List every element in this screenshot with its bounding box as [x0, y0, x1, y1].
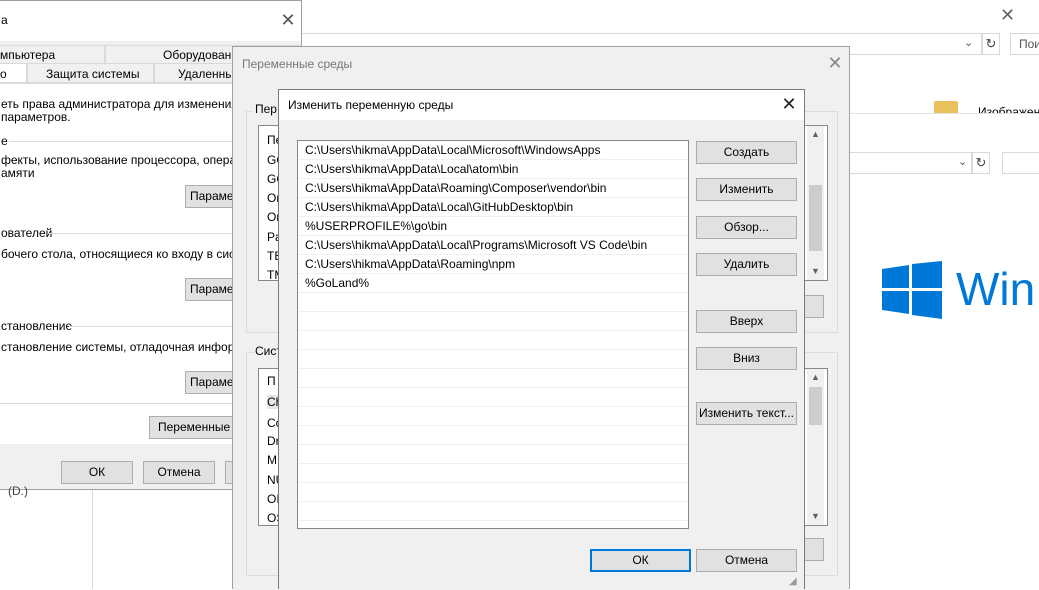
path-list-empty-row[interactable]	[298, 464, 688, 483]
path-list-item[interactable]: C:\Users\hikma\AppData\Local\Programs\Mi…	[298, 236, 688, 255]
recovery-text: становление системы, отладочная информац	[1, 340, 257, 354]
recovery-header: становление	[1, 319, 73, 333]
move-down-button[interactable]: Вниз	[696, 347, 797, 370]
path-list-empty-row[interactable]	[298, 331, 688, 350]
perf-header: е	[1, 134, 8, 148]
path-list-empty-row[interactable]	[298, 350, 688, 369]
resize-grip-icon[interactable]: ◢	[789, 576, 797, 587]
search-input[interactable]: Пои	[1010, 33, 1039, 55]
user-vars-label: Пер	[253, 102, 279, 116]
chevron-up-icon[interactable]: ▲	[807, 369, 824, 386]
environment-variables-button[interactable]: Переменные ср	[149, 416, 245, 439]
admin-note-line2: параметров.	[1, 110, 71, 124]
profiles-text: бочего стола, относящиеся ко входу в сис…	[1, 247, 262, 261]
address-bar-2[interactable]	[848, 152, 972, 174]
path-list-item[interactable]: %GoLand%	[298, 274, 688, 293]
path-list[interactable]: C:\Users\hikma\AppData\Local\Microsoft\W…	[297, 140, 689, 529]
path-list-empty-row[interactable]	[298, 369, 688, 388]
refresh-icon[interactable]: ↻	[972, 152, 990, 174]
cancel-button[interactable]: Отмена	[143, 461, 215, 484]
tab-computer-name[interactable]: мпьютера	[0, 45, 105, 63]
chevron-up-icon[interactable]: ▲	[807, 126, 824, 143]
user-vars-scrollbar[interactable]: ▲ ▼	[807, 126, 824, 280]
chevron-down-icon[interactable]: ▼	[807, 263, 824, 280]
explorer-left-border	[92, 490, 93, 589]
create-button[interactable]: Создать	[696, 141, 797, 164]
chevron-down-icon[interactable]: ▼	[807, 508, 824, 525]
path-list-item[interactable]: C:\Users\hikma\AppData\Local\Microsoft\W…	[298, 141, 688, 160]
windows-logo-text: Win	[956, 263, 1036, 315]
close-icon[interactable]: ✕	[1000, 5, 1015, 26]
path-list-empty-row[interactable]	[298, 483, 688, 502]
path-list-empty-row[interactable]	[298, 502, 688, 521]
move-up-button[interactable]: Вверх	[696, 310, 797, 333]
path-list-empty-row[interactable]	[298, 407, 688, 426]
ok-button[interactable]: ОК	[590, 549, 691, 572]
windows-logo-icon	[882, 261, 942, 319]
path-list-empty-row[interactable]	[298, 312, 688, 331]
dialog-title: Изменить переменную среды	[288, 98, 454, 112]
close-icon[interactable]: ✕	[821, 52, 849, 74]
path-list-item[interactable]: C:\Users\hikma\AppData\Roaming\npm	[298, 255, 688, 274]
refresh-icon[interactable]: ↻	[982, 33, 1000, 55]
path-list-empty-row[interactable]	[298, 388, 688, 407]
tab-advanced[interactable]: о	[0, 63, 27, 83]
edit-env-var-dialog: Изменить переменную среды ✕ C:\Users\hik…	[278, 89, 805, 589]
cancel-button[interactable]: Отмена	[696, 549, 797, 572]
perf-text-line2: амяти	[1, 166, 35, 180]
drive-label: (D.)	[8, 484, 28, 498]
close-icon[interactable]: ✕	[775, 93, 803, 115]
system-var-item[interactable]: M	[267, 453, 277, 467]
browse-button[interactable]: Обзор...	[696, 216, 797, 239]
path-list-item[interactable]: %USERPROFILE%\go\bin	[298, 217, 688, 236]
search-input-2[interactable]	[1002, 152, 1039, 174]
admin-note-line1: еть права администратора для изменения б…	[1, 97, 262, 111]
path-list-empty-row[interactable]	[298, 293, 688, 312]
path-list-item[interactable]: C:\Users\hikma\AppData\Local\GitHubDeskt…	[298, 198, 688, 217]
explorer-window-front: ⌄ ↻ Win	[848, 113, 1039, 590]
path-list-empty-row[interactable]	[298, 426, 688, 445]
ok-button[interactable]: ОК	[61, 461, 133, 484]
perf-text-line1: фекты, использование процессора, операти…	[1, 153, 262, 167]
scroll-thumb[interactable]	[809, 387, 822, 425]
tab-system-protection[interactable]: Защита системы	[27, 63, 154, 83]
system-vars-scrollbar[interactable]: ▲ ▼	[807, 369, 824, 525]
chevron-down-icon[interactable]: ⌄	[964, 36, 973, 49]
profiles-header: ователей	[1, 226, 53, 240]
tab-label: Защита системы	[46, 67, 140, 81]
delete-button[interactable]: Удалить	[696, 253, 797, 276]
path-list-item[interactable]: C:\Users\hikma\AppData\Roaming\Composer\…	[298, 179, 688, 198]
edit-text-button[interactable]: Изменить текст...	[696, 402, 797, 425]
tab-label: мпьютера	[0, 48, 56, 62]
scroll-thumb[interactable]	[809, 185, 822, 251]
path-list-empty-row[interactable]	[298, 445, 688, 464]
window-title: Переменные среды	[242, 57, 353, 71]
tab-label: о	[0, 67, 7, 81]
window-title: а	[1, 13, 8, 27]
system-var-item[interactable]: П	[267, 374, 276, 388]
close-icon[interactable]: ✕	[274, 9, 302, 31]
edit-button[interactable]: Изменить	[696, 178, 797, 201]
chevron-down-icon[interactable]: ⌄	[958, 155, 967, 168]
path-list-item[interactable]: C:\Users\hikma\AppData\Local\atom\bin	[298, 160, 688, 179]
